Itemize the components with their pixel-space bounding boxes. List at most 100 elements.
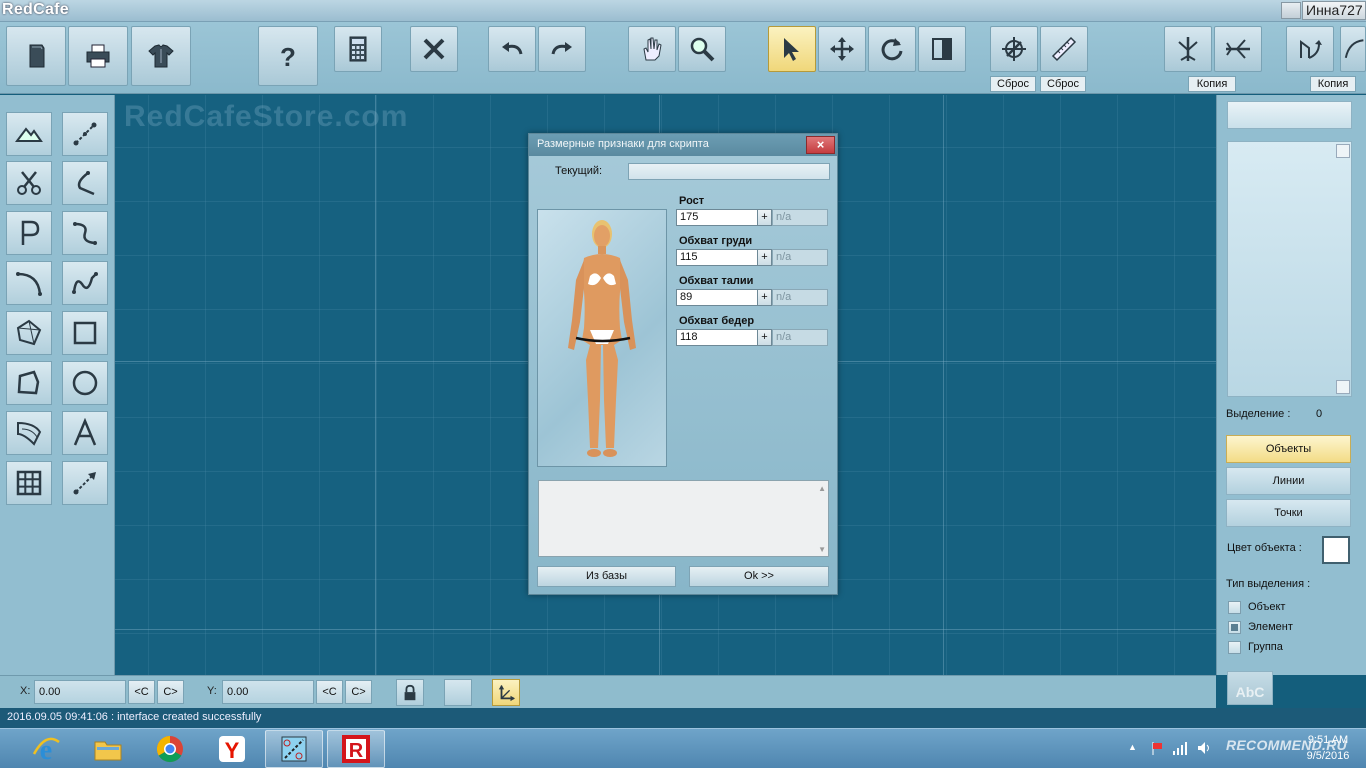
reset-rotation-button[interactable] bbox=[990, 26, 1038, 72]
sleeve-tool-button[interactable] bbox=[6, 411, 52, 455]
waist-plus-button[interactable]: + bbox=[757, 289, 772, 306]
grid-tool-button[interactable] bbox=[6, 461, 52, 505]
taskbar-redcafe-tools[interactable] bbox=[265, 730, 323, 768]
taskbar-ie[interactable]: e bbox=[17, 730, 75, 768]
chrome-icon bbox=[156, 735, 183, 763]
height-plus-button[interactable]: + bbox=[757, 209, 772, 226]
x-next-button[interactable]: C> bbox=[157, 680, 184, 704]
tray-flag-icon[interactable] bbox=[1150, 740, 1166, 759]
scissors-tool-button[interactable] bbox=[6, 161, 52, 205]
tray-network-icon[interactable] bbox=[1172, 740, 1188, 759]
waist-input[interactable]: 89 bbox=[676, 289, 758, 306]
objects-list[interactable] bbox=[1227, 141, 1352, 397]
object-color-label: Цвет объекта : bbox=[1227, 542, 1302, 554]
list-scroll-down[interactable] bbox=[1336, 380, 1350, 394]
recommend-watermark: RECOMMEND.RU bbox=[1226, 737, 1348, 753]
delete-button[interactable] bbox=[410, 26, 458, 72]
dialog-title: Размерные признаки для скрипта bbox=[529, 134, 837, 156]
dialog-close-button[interactable]: × bbox=[806, 136, 835, 154]
calculator-button[interactable] bbox=[334, 26, 382, 72]
notes-scroll-up-icon[interactable]: ▲ bbox=[818, 484, 826, 493]
text-tool-button[interactable]: AbC bbox=[1227, 671, 1273, 705]
taskbar-redcafe-app[interactable]: R bbox=[327, 730, 385, 768]
mirror-button[interactable] bbox=[918, 26, 966, 72]
pan-button[interactable] bbox=[628, 26, 676, 72]
corner-curve-tool-button[interactable] bbox=[62, 161, 108, 205]
select-button[interactable] bbox=[768, 26, 816, 72]
tray-volume-icon[interactable] bbox=[1196, 740, 1212, 759]
s-curve-tool-button[interactable] bbox=[62, 211, 108, 255]
axis-snap-button[interactable] bbox=[492, 679, 520, 706]
minimize-button[interactable] bbox=[1281, 2, 1301, 19]
y-next-button[interactable]: C> bbox=[345, 680, 372, 704]
hips-na-field: n/a bbox=[772, 329, 828, 346]
points-button[interactable]: Точки bbox=[1226, 499, 1351, 527]
help-button[interactable]: ? bbox=[258, 26, 318, 86]
select-element-checkbox[interactable] bbox=[1228, 621, 1241, 634]
redo-icon bbox=[551, 42, 572, 55]
select-group-checkbox[interactable] bbox=[1228, 641, 1241, 654]
object-name-field[interactable] bbox=[1227, 101, 1352, 129]
lock-button[interactable] bbox=[396, 679, 424, 706]
copy-label-2[interactable]: Копия bbox=[1310, 76, 1356, 92]
rotate-button[interactable] bbox=[868, 26, 916, 72]
signal-bars-icon bbox=[1173, 742, 1187, 755]
notes-textarea[interactable]: ▲ ▼ bbox=[538, 480, 829, 557]
wave-tool-button[interactable] bbox=[62, 261, 108, 305]
move-button[interactable] bbox=[818, 26, 866, 72]
current-label: Текущий: bbox=[555, 165, 603, 177]
copy-label-1[interactable]: Копия bbox=[1188, 76, 1236, 92]
from-database-button[interactable]: Из базы bbox=[537, 566, 676, 587]
chest-plus-button[interactable]: + bbox=[757, 249, 772, 266]
tray-expand-arrow[interactable]: ▲ bbox=[1128, 742, 1137, 752]
reflect-copy-button[interactable] bbox=[1286, 26, 1334, 72]
status-bar: 2016.09.05 09:41:06 : interface created … bbox=[0, 708, 1366, 728]
taskbar-explorer[interactable] bbox=[79, 730, 137, 768]
print-button[interactable] bbox=[68, 26, 128, 86]
measure-tool-button[interactable] bbox=[62, 461, 108, 505]
freeform-tool-button[interactable] bbox=[6, 361, 52, 405]
hips-input[interactable]: 118 bbox=[676, 329, 758, 346]
reset-label-1[interactable]: Сброс bbox=[990, 76, 1036, 92]
line-tool-button[interactable] bbox=[62, 112, 108, 156]
lines-button[interactable]: Линии bbox=[1226, 467, 1351, 495]
circle-tool-button[interactable] bbox=[62, 361, 108, 405]
ruler-button[interactable] bbox=[1040, 26, 1088, 72]
taskbar-yandex[interactable]: Y bbox=[203, 730, 261, 768]
ok-button[interactable]: Ok >> bbox=[689, 566, 829, 587]
mountain-tool-button[interactable] bbox=[6, 112, 52, 156]
horizontal-symmetry-icon bbox=[1226, 39, 1250, 59]
x-coordinate-input[interactable]: 0.00 bbox=[34, 680, 126, 704]
y-coordinate-input[interactable]: 0.00 bbox=[222, 680, 314, 704]
object-color-swatch[interactable] bbox=[1322, 536, 1350, 564]
chest-input[interactable]: 115 bbox=[676, 249, 758, 266]
height-input[interactable]: 175 bbox=[676, 209, 758, 226]
reset-label-2[interactable]: Сброс bbox=[1040, 76, 1086, 92]
undo-button[interactable] bbox=[488, 26, 536, 72]
extra-tool-button[interactable] bbox=[1340, 26, 1366, 72]
zoom-button[interactable] bbox=[678, 26, 726, 72]
y-prev-button[interactable]: <C bbox=[316, 680, 343, 704]
select-object-checkbox[interactable] bbox=[1228, 601, 1241, 614]
horizontal-symmetry-button[interactable] bbox=[1214, 26, 1262, 72]
arc-tool-button[interactable] bbox=[6, 261, 52, 305]
hips-plus-button[interactable]: + bbox=[757, 329, 772, 346]
user-name[interactable]: Инна727 bbox=[1302, 1, 1366, 20]
p-tool-button[interactable] bbox=[6, 211, 52, 255]
taskbar-chrome[interactable] bbox=[141, 730, 199, 768]
garment-button[interactable] bbox=[131, 26, 191, 86]
letter-p-icon bbox=[21, 220, 40, 245]
current-input[interactable] bbox=[628, 163, 830, 180]
redo-button[interactable] bbox=[538, 26, 586, 72]
angle-tool-button[interactable] bbox=[62, 411, 108, 455]
x-prev-button[interactable]: <C bbox=[128, 680, 155, 704]
objects-button[interactable]: Объекты bbox=[1226, 435, 1351, 463]
blank-toggle-button[interactable] bbox=[444, 679, 472, 706]
polygon-tool-button[interactable] bbox=[6, 311, 52, 355]
rectangle-tool-button[interactable] bbox=[62, 311, 108, 355]
new-document-button[interactable] bbox=[6, 26, 66, 86]
sleeve-icon bbox=[17, 421, 42, 446]
vertical-symmetry-button[interactable] bbox=[1164, 26, 1212, 72]
notes-scroll-down-icon[interactable]: ▼ bbox=[818, 545, 826, 554]
list-scroll-up[interactable] bbox=[1336, 144, 1350, 158]
